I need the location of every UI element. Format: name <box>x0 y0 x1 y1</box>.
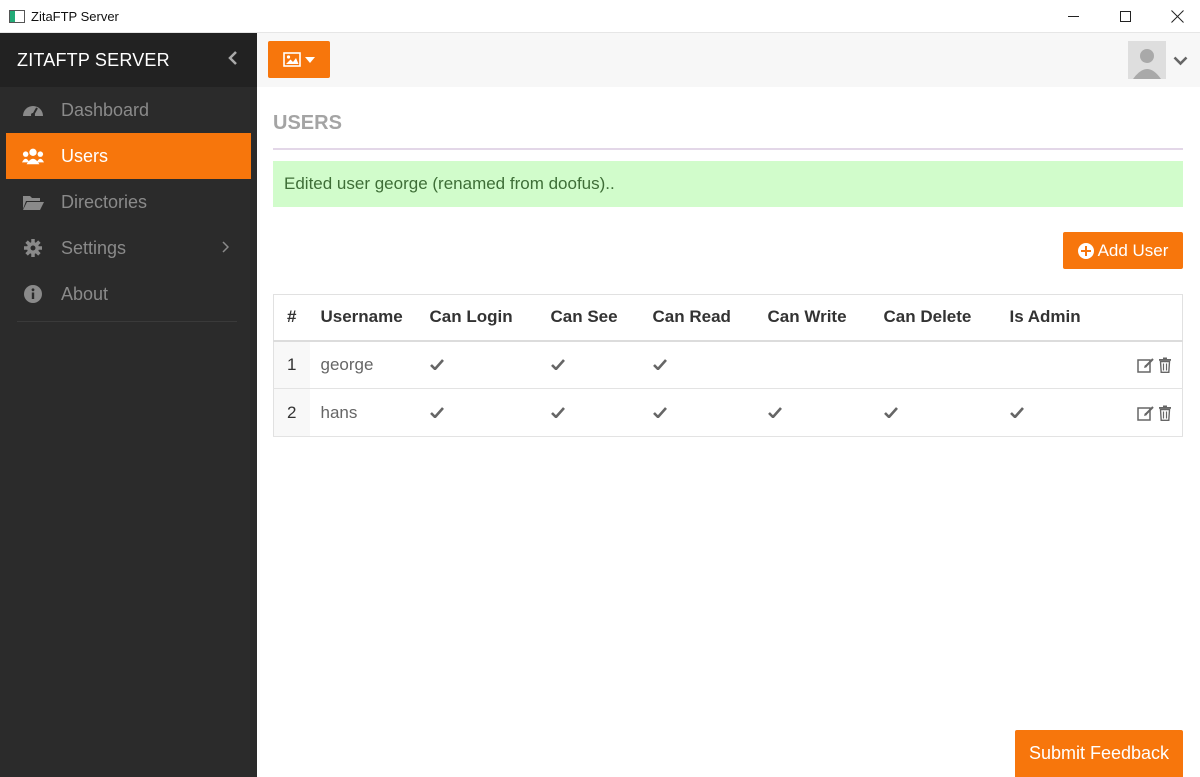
can-write-cell <box>767 340 884 389</box>
edit-icon[interactable] <box>1134 355 1155 374</box>
chevron-right-icon <box>221 240 230 256</box>
column-header-actions <box>1109 294 1183 342</box>
add-user-button[interactable]: Add User <box>1063 232 1183 269</box>
sidebar-item-label: Directories <box>61 191 148 212</box>
checkmark-icon <box>429 406 444 418</box>
maximize-icon <box>1119 11 1131 22</box>
can-write-cell <box>767 388 884 437</box>
checkmark-icon <box>767 406 782 418</box>
is-admin-cell <box>1009 388 1110 437</box>
is-admin-cell <box>1009 340 1110 389</box>
column-header[interactable]: Can Write <box>767 294 884 342</box>
sidebar-brand: ZITAFTP SERVER <box>0 33 257 87</box>
column-header[interactable]: Can Read <box>652 294 768 342</box>
sidebar-item-dashboard[interactable]: Dashboard <box>6 87 251 133</box>
caret-down-icon <box>305 56 315 63</box>
table-row: 1 george <box>273 340 1183 389</box>
can-delete-cell <box>883 388 1010 437</box>
submit-feedback-button[interactable]: Submit Feedback <box>1015 730 1183 777</box>
checkmark-icon <box>1009 406 1024 418</box>
image-icon <box>283 52 301 67</box>
username-cell: george <box>309 340 430 389</box>
sidebar-item-settings[interactable]: Settings <box>6 225 251 271</box>
app-icon <box>9 9 25 23</box>
info-icon <box>22 285 44 303</box>
success-alert: Edited user george (renamed from doofus)… <box>273 161 1183 207</box>
can-see-cell <box>550 340 653 389</box>
can-login-cell <box>429 388 551 437</box>
column-header[interactable]: Username <box>309 294 430 342</box>
sidebar-item-users[interactable]: Users <box>6 133 251 179</box>
can-see-cell <box>550 388 653 437</box>
column-header[interactable]: Can Login <box>429 294 551 342</box>
toolbar-row: Add User <box>273 207 1183 294</box>
minimize-button[interactable] <box>1050 0 1096 33</box>
checkmark-icon <box>652 358 667 370</box>
sidebar-item-label: Users <box>61 145 109 166</box>
column-header[interactable]: # <box>273 294 310 342</box>
maximize-button[interactable] <box>1102 0 1148 33</box>
row-actions <box>1109 340 1183 389</box>
table-header-row: # Username Can Login Can See Can Read Ca… <box>273 294 1183 342</box>
close-button[interactable] <box>1154 0 1200 33</box>
sidebar-item-directories[interactable]: Directories <box>6 179 251 225</box>
column-header[interactable]: Is Admin <box>1009 294 1110 342</box>
users-table: # Username Can Login Can See Can Read Ca… <box>273 294 1183 437</box>
row-actions <box>1109 388 1183 437</box>
close-icon <box>1171 10 1184 23</box>
column-header[interactable]: Can Delete <box>883 294 1010 342</box>
plus-circle-icon <box>1077 242 1094 259</box>
sidebar-item-label: Dashboard <box>61 99 150 120</box>
sidebar-item-label: Settings <box>61 237 127 258</box>
checkmark-icon <box>550 358 565 370</box>
sidebar-nav: Dashboard Users Directories Settings Abo… <box>0 87 257 317</box>
gear-icon <box>22 238 44 258</box>
user-avatar-icon <box>1133 49 1161 79</box>
sidebar-item-label: About <box>61 283 109 304</box>
window-titlebar: ZitaFTP Server <box>0 0 1200 33</box>
add-user-label: Add User <box>1097 240 1169 260</box>
minimize-icon <box>1067 16 1079 17</box>
main-content: USERS Edited user george (renamed from d… <box>273 87 1183 437</box>
checkmark-icon <box>883 406 898 418</box>
users-icon <box>22 147 44 165</box>
trash-icon[interactable] <box>1155 403 1172 422</box>
can-read-cell <box>652 388 768 437</box>
checkmark-icon <box>550 406 565 418</box>
checkmark-icon <box>652 406 667 418</box>
collapse-sidebar-button[interactable] <box>227 49 239 72</box>
chevron-down-icon[interactable] <box>1173 53 1188 71</box>
row-number: 2 <box>273 388 310 437</box>
checkmark-icon <box>429 358 444 370</box>
edit-icon[interactable] <box>1134 403 1155 422</box>
table-row: 2 hans <box>273 388 1183 437</box>
avatar[interactable] <box>1128 41 1166 79</box>
page-title: USERS <box>273 112 1183 150</box>
window-title: ZitaFTP Server <box>31 8 119 24</box>
folder-icon <box>22 194 44 211</box>
sidebar-divider <box>17 321 237 322</box>
trash-icon[interactable] <box>1155 355 1172 374</box>
sidebar-item-about[interactable]: About <box>6 271 251 317</box>
can-read-cell <box>652 340 768 389</box>
row-number: 1 <box>273 340 310 389</box>
image-dropdown-button[interactable] <box>268 41 330 78</box>
column-header[interactable]: Can See <box>550 294 653 342</box>
brand-title: ZITAFTP SERVER <box>17 49 170 70</box>
can-login-cell <box>429 340 551 389</box>
can-delete-cell <box>883 340 1010 389</box>
username-cell: hans <box>309 388 430 437</box>
chevron-left-icon <box>228 50 237 65</box>
sidebar: ZITAFTP SERVER Dashboard Users Directori… <box>0 33 257 777</box>
dashboard-icon <box>22 101 44 119</box>
top-bar <box>257 33 1200 87</box>
